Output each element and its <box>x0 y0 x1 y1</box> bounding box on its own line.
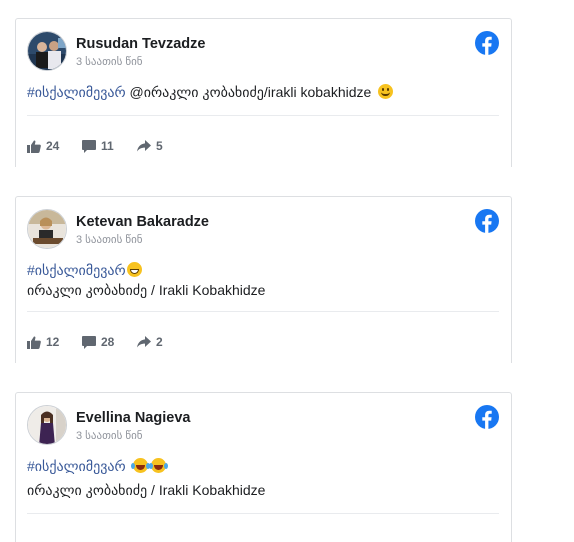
post-header: Ketevan Bakaradze 3 საათის წინ <box>27 209 499 251</box>
divider <box>27 115 499 116</box>
share-arrow-icon <box>137 140 151 152</box>
avatar[interactable] <box>27 209 67 249</box>
post-card: Ketevan Bakaradze 3 საათის წინ #ისქალიმე… <box>15 196 512 363</box>
comment-count: 11 <box>101 139 114 153</box>
facebook-logo-icon[interactable] <box>475 405 499 429</box>
like-button[interactable]: 24 <box>27 139 59 153</box>
comment-button[interactable]: 11 <box>82 139 114 153</box>
grinning-face-icon <box>126 262 142 277</box>
hashtag-link[interactable]: #ისქალიმევარ <box>27 84 126 100</box>
share-count: 2 <box>156 335 163 349</box>
like-count: 12 <box>46 335 60 349</box>
avatar[interactable] <box>27 31 67 71</box>
post-timestamp[interactable]: 3 საათის წინ <box>76 55 143 68</box>
share-button[interactable]: 5 <box>137 139 163 153</box>
avatar-photo <box>28 210 66 248</box>
post-text: #ისქალიმევარ ირაკლი კობახიძე / Irakli Ko… <box>27 456 499 500</box>
facebook-logo-icon[interactable] <box>475 31 499 55</box>
hashtag-link[interactable]: #ისქალიმევარ <box>27 262 126 278</box>
comment-count: 28 <box>101 335 115 349</box>
comment-icon <box>82 335 96 349</box>
post-text: #ისქალიმევარ ირაკლი კობახიძე / Irakli Ko… <box>27 260 499 300</box>
like-button[interactable]: 12 <box>27 335 59 349</box>
share-arrow-icon <box>137 336 151 348</box>
thumbs-up-icon <box>27 139 41 153</box>
post-header: Evellina Nagieva 3 საათის წინ <box>27 405 499 447</box>
author-name[interactable]: Ketevan Bakaradze <box>76 214 209 230</box>
author-name[interactable]: Rusudan Tevzadze <box>76 36 205 52</box>
face-with-tears-of-joy-icon <box>130 458 150 473</box>
comment-icon <box>82 139 96 153</box>
post-text: #ისქალიმევარ @ირაკლი კობახიძე/irakli kob… <box>27 82 499 102</box>
hashtag-link[interactable]: #ისქალიმევარ <box>27 458 126 474</box>
avatar-photo <box>28 406 66 444</box>
like-count: 24 <box>46 139 60 153</box>
facebook-logo-icon[interactable] <box>475 209 499 233</box>
avatar[interactable] <box>27 405 67 445</box>
post-card: Rusudan Tevzadze 3 საათის წინ #ისქალიმევ… <box>15 18 512 167</box>
thumbs-up-icon <box>27 335 41 349</box>
avatar-photo <box>28 32 66 70</box>
share-button[interactable]: 2 <box>137 335 163 349</box>
divider <box>27 311 499 312</box>
post-timestamp[interactable]: 3 საათის წინ <box>76 429 143 442</box>
post-header: Rusudan Tevzadze 3 საათის წინ <box>27 31 499 73</box>
author-name[interactable]: Evellina Nagieva <box>76 410 190 426</box>
share-count: 5 <box>156 139 163 153</box>
mention-text: ირაკლი კობახიძე / Irakli Kobakhidze <box>27 482 266 498</box>
mention-text: ირაკლი კობახიძე / Irakli Kobakhidze <box>27 282 266 298</box>
mention-text: @ირაკლი კობახიძე/irakli kobakhidze <box>125 84 372 100</box>
post-card: Evellina Nagieva 3 საათის წინ #ისქალიმევ… <box>15 392 512 542</box>
divider <box>27 513 499 514</box>
post-timestamp[interactable]: 3 საათის წინ <box>76 233 143 246</box>
face-with-tears-of-joy-icon <box>148 458 168 473</box>
comment-button[interactable]: 28 <box>82 335 114 349</box>
slightly-smiling-face-icon <box>378 84 394 99</box>
